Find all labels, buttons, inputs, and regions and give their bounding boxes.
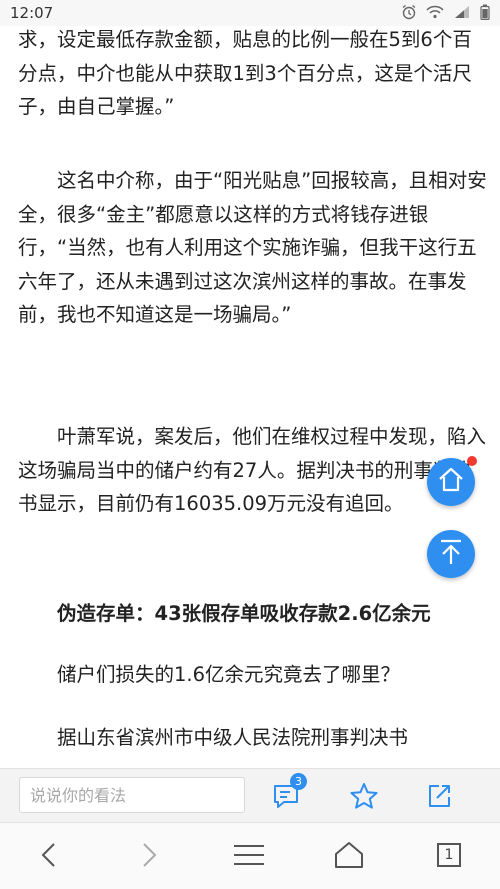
battery-icon [480,4,490,20]
floating-home-button[interactable] [427,458,475,506]
article-paragraph: 这名中介称，由于“阳光贴息”回报较高，且相对安全，很多“金主”都愿意以这样的方式… [18,169,487,326]
menu-button[interactable] [232,841,266,873]
status-time: 12:07 [10,4,54,22]
arrow-up-icon [438,538,464,570]
home-icon [437,467,465,497]
tab-count: 1 [444,847,454,863]
scroll-to-top-button[interactable] [427,530,475,578]
signal-icon [453,5,471,19]
comment-bar: 3 [0,768,500,823]
wifi-icon [426,5,444,19]
status-bar: 12:07 [0,0,500,26]
status-icons [401,4,490,20]
home-button[interactable] [333,841,365,873]
share-icon[interactable] [425,782,453,814]
star-icon[interactable] [349,782,379,814]
article-paragraph: 储户们损失的1.6亿余元究竟去了哪里？ [57,663,401,686]
comment-input[interactable] [19,777,245,813]
article-paragraph: 叶萧军说，案发后，他们在维权过程中发现，陷入这场骗局当中的储户约有27人。据判决… [18,425,487,515]
article-body: 求，设定最低存款金额，贴息的比例一般在5到6个百分点，中介也能从中获取1到3个百… [0,26,500,768]
browser-nav-bar: 1 [0,822,500,889]
back-button[interactable] [36,841,64,873]
article-paragraph: 据山东省滨州市中级人民法院刑事判决书 [57,726,409,749]
comment-count-badge: 3 [290,773,307,790]
tabs-button[interactable]: 1 [435,841,463,873]
alarm-icon [401,4,417,20]
forward-button[interactable] [134,841,162,873]
article-paragraph: 求，设定最低存款金额，贴息的比例一般在5到6个百分点，中介也能从中获取1到3个百… [18,28,472,118]
section-heading: 伪造存单：43张假存单吸收存款2.6亿余元 [57,602,431,625]
notification-dot [467,456,477,466]
